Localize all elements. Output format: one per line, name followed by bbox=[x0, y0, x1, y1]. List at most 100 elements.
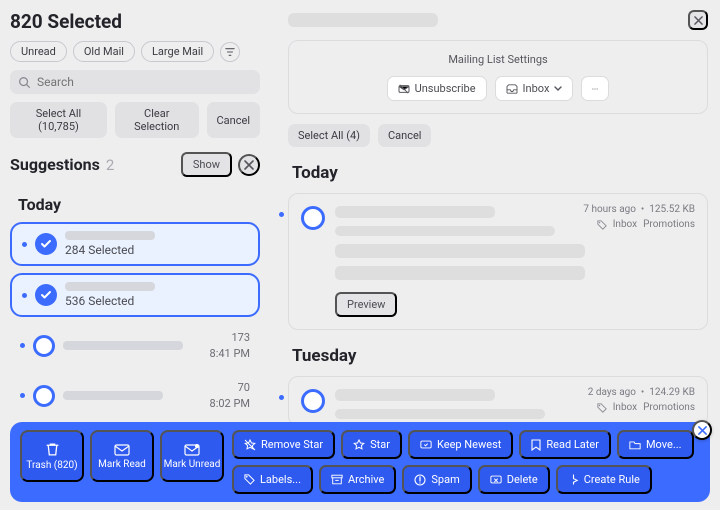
preview-button[interactable]: Preview bbox=[335, 292, 397, 317]
label-inbox: Inbox bbox=[613, 219, 637, 230]
archive-button[interactable]: Archive bbox=[319, 465, 396, 494]
preview-line-placeholder bbox=[335, 266, 585, 280]
sender-group-item[interactable]: 284 Selected bbox=[10, 222, 260, 266]
unchecked-icon[interactable] bbox=[301, 206, 325, 230]
preview-line-placeholder bbox=[335, 409, 545, 419]
labels-label: Labels... bbox=[260, 473, 301, 486]
unchecked-icon[interactable] bbox=[33, 385, 55, 407]
suggestions-heading: Suggestions bbox=[10, 155, 100, 174]
clear-selection-button[interactable]: Clear Selection bbox=[115, 102, 199, 138]
chevron-down-icon bbox=[554, 86, 562, 92]
message-card[interactable]: Preview 7 hours ago • 125.52 KB Inbox Pr… bbox=[288, 193, 708, 330]
filter-icon[interactable] bbox=[220, 42, 240, 62]
unsubscribe-icon bbox=[398, 84, 410, 94]
card-meta: 7 hours ago • 125.52 KB Inbox Promotions bbox=[583, 204, 695, 230]
keep-newest-button[interactable]: Keep Newest bbox=[408, 430, 513, 459]
unread-dot-icon bbox=[279, 212, 284, 217]
unchecked-icon[interactable] bbox=[33, 335, 55, 357]
unsubscribe-button[interactable]: Unsubscribe bbox=[387, 76, 487, 101]
spam-button[interactable]: Spam bbox=[402, 465, 471, 494]
mark-read-label: Mark Read bbox=[98, 459, 146, 470]
unchecked-icon[interactable] bbox=[301, 389, 325, 413]
more-button[interactable] bbox=[581, 76, 609, 101]
label-inbox: Inbox bbox=[613, 402, 637, 413]
item-count: 173 bbox=[210, 331, 250, 344]
star-off-icon bbox=[244, 439, 256, 451]
mailing-list-panel: Mailing List Settings Unsubscribe Inbox bbox=[288, 40, 708, 114]
archive-label: Archive bbox=[348, 473, 384, 486]
suggestions-count: 2 bbox=[106, 156, 114, 174]
star-label: Star bbox=[370, 438, 390, 451]
unread-dot-icon bbox=[22, 242, 27, 247]
preview-line-placeholder bbox=[335, 244, 585, 258]
group-day-heading: Today bbox=[292, 163, 708, 183]
bulk-actions: Select All (10,785) Clear Selection Canc… bbox=[10, 102, 260, 138]
close-icon bbox=[694, 16, 703, 25]
search-input[interactable] bbox=[37, 75, 252, 89]
unread-dot-icon bbox=[20, 393, 25, 398]
move-label: Move... bbox=[646, 438, 682, 451]
star-icon bbox=[353, 439, 365, 451]
read-icon bbox=[114, 443, 130, 456]
item-selected-count: 536 Selected bbox=[65, 294, 248, 308]
message-card[interactable]: 2 days ago • 124.29 KB Inbox Promotions bbox=[288, 376, 708, 426]
labels-button[interactable]: Labels... bbox=[232, 465, 313, 494]
remove-star-label: Remove Star bbox=[261, 438, 323, 451]
sender-placeholder bbox=[63, 391, 163, 400]
read-later-button[interactable]: Read Later bbox=[519, 430, 611, 459]
tag-icon bbox=[597, 220, 607, 230]
sender-group-item[interactable]: 536 Selected bbox=[10, 273, 260, 317]
star-button[interactable]: Star bbox=[341, 430, 402, 459]
close-panel-button[interactable] bbox=[688, 10, 708, 30]
inbox-icon bbox=[506, 84, 518, 94]
checked-icon[interactable] bbox=[35, 284, 57, 306]
sender-group-item[interactable]: 70 8:02 PM bbox=[10, 374, 260, 417]
close-toolbar-button[interactable] bbox=[692, 420, 712, 440]
search-box[interactable] bbox=[10, 70, 260, 94]
mark-unread-button[interactable]: Mark Unread bbox=[160, 430, 224, 482]
trash-button[interactable]: Trash (820) bbox=[20, 430, 84, 482]
label-promotions: Promotions bbox=[643, 402, 695, 413]
chip-old-mail[interactable]: Old Mail bbox=[73, 41, 135, 62]
trash-icon bbox=[45, 442, 60, 457]
cancel-button[interactable]: Cancel bbox=[207, 102, 260, 138]
more-icon bbox=[592, 87, 598, 91]
sender-group-item[interactable]: 173 8:41 PM bbox=[10, 324, 260, 367]
select-all-button[interactable]: Select All (10,785) bbox=[10, 102, 107, 138]
delete-button[interactable]: Delete bbox=[478, 465, 550, 494]
right-select-all-button[interactable]: Select All (4) bbox=[288, 124, 370, 147]
move-button[interactable]: Move... bbox=[617, 430, 694, 459]
sender-placeholder bbox=[65, 282, 155, 291]
close-suggestions-button[interactable] bbox=[238, 154, 260, 176]
inbox-dropdown[interactable]: Inbox bbox=[495, 76, 574, 101]
chip-large-mail[interactable]: Large Mail bbox=[141, 41, 214, 62]
filter-chips: Unread Old Mail Large Mail bbox=[10, 41, 260, 62]
group-day-heading: Tuesday bbox=[292, 346, 708, 366]
checked-icon[interactable] bbox=[35, 233, 57, 255]
mark-read-button[interactable]: Mark Read bbox=[90, 430, 154, 482]
spam-icon bbox=[414, 474, 426, 486]
inbox-label: Inbox bbox=[523, 82, 550, 95]
item-time: 8:02 PM bbox=[210, 397, 250, 410]
tag-icon bbox=[244, 474, 255, 485]
unread-dot-icon bbox=[279, 395, 284, 400]
preview-line-placeholder bbox=[335, 226, 555, 236]
sender-placeholder bbox=[65, 231, 155, 240]
close-icon bbox=[698, 426, 707, 435]
close-icon bbox=[244, 160, 254, 170]
create-rule-button[interactable]: Create Rule bbox=[556, 465, 652, 494]
keep-newest-label: Keep Newest bbox=[437, 438, 501, 451]
right-cancel-button[interactable]: Cancel bbox=[378, 124, 431, 147]
item-count: 70 bbox=[210, 381, 250, 394]
subject-placeholder bbox=[335, 206, 495, 218]
remove-star-button[interactable]: Remove Star bbox=[232, 430, 335, 459]
show-button[interactable]: Show bbox=[181, 152, 232, 177]
sender-name-placeholder bbox=[288, 13, 438, 27]
chip-unread[interactable]: Unread bbox=[10, 41, 67, 62]
item-selected-count: 284 Selected bbox=[65, 243, 248, 257]
message-size: 124.29 KB bbox=[649, 387, 695, 398]
delete-label: Delete bbox=[507, 473, 538, 486]
subject-placeholder bbox=[335, 389, 495, 401]
folder-icon bbox=[629, 439, 641, 450]
search-icon bbox=[18, 76, 31, 89]
